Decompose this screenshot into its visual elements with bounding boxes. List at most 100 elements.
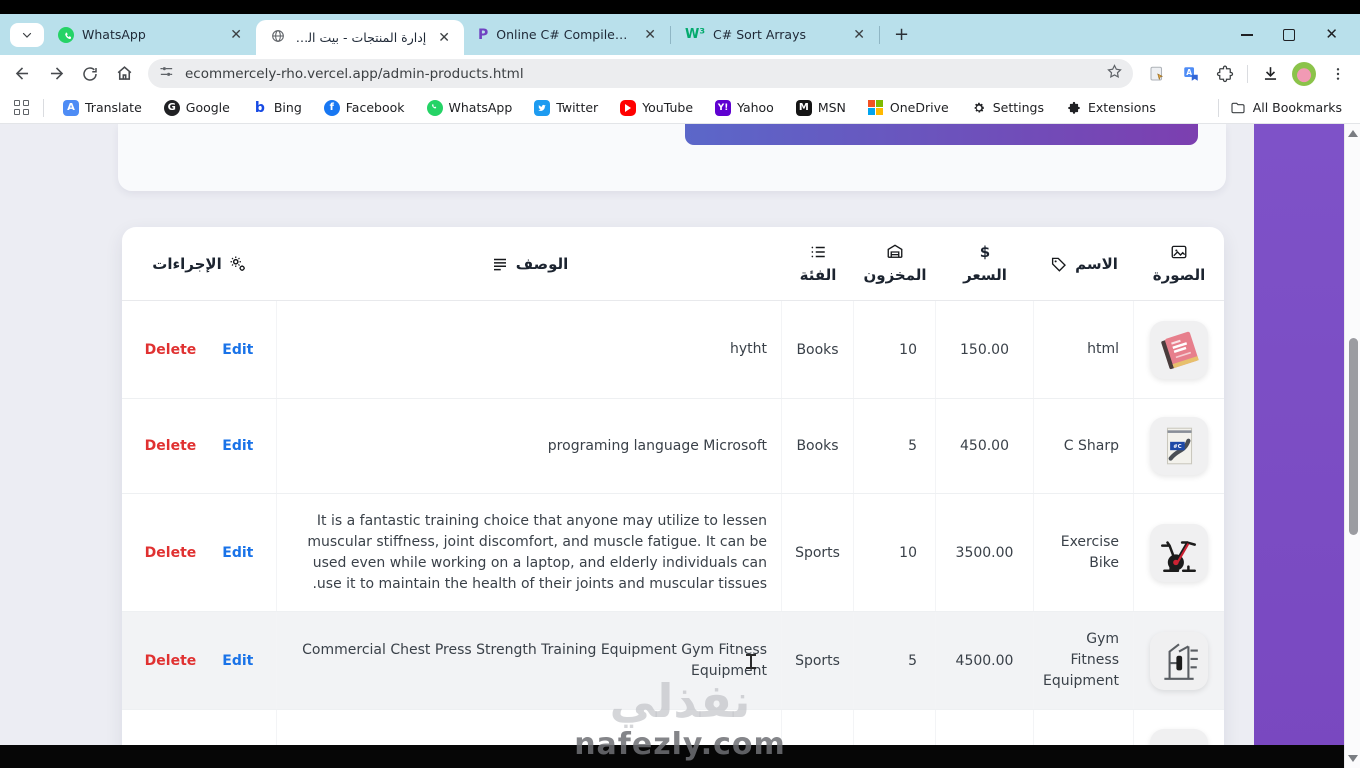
- header-name: الاسم: [1034, 255, 1134, 273]
- bookmark-item-whatsapp[interactable]: WhatsApp: [418, 97, 522, 119]
- svg-text:A: A: [1186, 67, 1192, 76]
- tab-online-compiler[interactable]: P Online C# Compiler (Editor) - P ✕: [464, 14, 670, 55]
- window-controls: ✕: [1241, 27, 1360, 42]
- reload-button[interactable]: [74, 59, 106, 89]
- edit-button[interactable]: Edit: [222, 342, 253, 358]
- tab-title: إدارة المنتجات - بيت الكتب: [294, 30, 427, 45]
- description-lines-icon: [491, 255, 509, 273]
- bookmark-item-bing[interactable]: b Bing: [243, 97, 311, 119]
- header-category: الفئة: [782, 243, 854, 284]
- bookmarks-separator: [1217, 98, 1219, 117]
- capture-extension-icon[interactable]: [1141, 59, 1173, 89]
- url-text: ecommercely-rho.vercel.app/admin-product…: [185, 65, 524, 82]
- folder-icon: [1231, 102, 1245, 113]
- yahoo-icon: Y!: [715, 99, 732, 116]
- programiz-icon: P: [478, 26, 489, 43]
- all-bookmarks-button[interactable]: All Bookmarks: [1214, 98, 1350, 117]
- table-header-row: الصورة الاسم $ السعر المخزون الفئة الوصف…: [122, 227, 1224, 301]
- gym-equipment-image: [1164, 642, 1198, 680]
- gears-icon: [229, 255, 247, 273]
- bookmark-item-google[interactable]: G Google: [155, 97, 239, 119]
- site-info-icon[interactable]: [158, 63, 175, 84]
- table-row: html 150.00 10 Books hytht Edit Delete: [122, 301, 1224, 398]
- tab-admin-products-active[interactable]: إدارة المنتجات - بيت الكتب ✕: [256, 20, 464, 55]
- scroll-down-arrow-icon[interactable]: [1348, 755, 1358, 762]
- cell-name: C Sharp: [1034, 399, 1134, 493]
- translate-extension-icon[interactable]: A: [1175, 59, 1207, 89]
- bookmark-star-icon[interactable]: [1106, 63, 1123, 84]
- bookmark-item-twitter[interactable]: Twitter: [525, 97, 607, 119]
- cell-name: Gym Fitness Equipment: [1034, 612, 1134, 709]
- cell-price: 4500.00: [936, 612, 1034, 709]
- bookmark-item-msn[interactable]: M MSN: [787, 97, 855, 119]
- downloads-button[interactable]: [1254, 59, 1286, 89]
- minimize-icon[interactable]: [1241, 33, 1254, 36]
- top-black-bar: [0, 0, 1360, 14]
- cell-image: [1134, 494, 1224, 611]
- table-row: Gym Fitness Equipment 4500.00 5 Sports Comme…: [122, 611, 1224, 709]
- products-table-card: الصورة الاسم $ السعر المخزون الفئة الوصف…: [122, 227, 1224, 768]
- text-cursor: [745, 654, 758, 669]
- back-button[interactable]: [6, 59, 38, 89]
- edit-button[interactable]: Edit: [222, 545, 253, 561]
- bookmark-label: Bing: [273, 100, 302, 115]
- cell-name: html: [1034, 301, 1134, 398]
- product-image: [1150, 523, 1208, 582]
- csharp-book-image: C#: [1166, 427, 1193, 465]
- address-bar[interactable]: ecommercely-rho.vercel.app/admin-product…: [148, 59, 1133, 88]
- cell-category: Books: [782, 301, 854, 398]
- home-button[interactable]: [108, 59, 140, 89]
- scroll-up-arrow-icon[interactable]: [1348, 130, 1358, 137]
- add-product-button[interactable]: [685, 124, 1198, 145]
- tab-close-button[interactable]: ✕: [434, 30, 454, 46]
- vertical-scrollbar[interactable]: [1344, 124, 1360, 768]
- cell-price: 3500.00: [936, 494, 1034, 611]
- tab-whatsapp[interactable]: WhatsApp ✕: [44, 14, 256, 55]
- tab-search-button[interactable]: [10, 22, 44, 47]
- forward-button[interactable]: [40, 59, 72, 89]
- msn-icon: M: [795, 99, 812, 116]
- tab-strip: WhatsApp ✕ إدارة المنتجات - بيت الكتب ✕ …: [0, 14, 1360, 55]
- maximize-icon[interactable]: [1283, 28, 1296, 41]
- cell-description: hytht: [277, 301, 782, 398]
- cell-category: Sports: [782, 612, 854, 709]
- twitter-icon: [534, 99, 551, 116]
- extensions-puzzle-icon[interactable]: [1209, 59, 1241, 89]
- scrollbar-thumb[interactable]: [1348, 338, 1358, 535]
- tab-sort-arrays[interactable]: W³ C# Sort Arrays ✕: [671, 14, 879, 55]
- delete-button[interactable]: Delete: [145, 438, 197, 454]
- edit-button[interactable]: Edit: [222, 438, 253, 454]
- bookmark-item-youtube[interactable]: YouTube: [611, 97, 702, 119]
- edit-button[interactable]: Edit: [222, 653, 253, 669]
- bookmark-label: YouTube: [642, 100, 694, 115]
- bookmark-label: Extensions: [1087, 100, 1156, 115]
- page-background-band: [1254, 124, 1344, 768]
- bookmark-item-settings[interactable]: Settings: [962, 97, 1053, 119]
- profile-avatar[interactable]: [1288, 59, 1320, 89]
- tab-close-button[interactable]: ✕: [849, 27, 869, 43]
- translate-icon: A: [63, 99, 79, 116]
- close-icon[interactable]: ✕: [1325, 27, 1338, 42]
- cell-description: It is a fantastic training choice that a…: [277, 494, 782, 611]
- bookmark-item-translate[interactable]: A Translate: [54, 97, 151, 119]
- tab-close-button[interactable]: ✕: [640, 27, 660, 43]
- delete-button[interactable]: Delete: [145, 653, 197, 669]
- new-tab-button[interactable]: +: [880, 24, 923, 45]
- bookmark-label: WhatsApp: [448, 100, 513, 115]
- bookmark-item-onedrive[interactable]: OneDrive: [859, 97, 958, 119]
- bookmark-item-extensions[interactable]: Extensions: [1057, 97, 1165, 119]
- tab-close-button[interactable]: ✕: [226, 27, 246, 43]
- delete-button[interactable]: Delete: [145, 342, 197, 358]
- bookmark-item-facebook[interactable]: f Facebook: [315, 97, 414, 119]
- bing-icon: b: [254, 99, 265, 116]
- bookmarks-bar: A Translate G Google b Bing f Facebook WhatsApp T…: [0, 92, 1360, 124]
- apps-grid-icon[interactable]: [14, 100, 29, 115]
- product-image: C#: [1150, 417, 1208, 475]
- delete-button[interactable]: Delete: [145, 545, 197, 561]
- menu-kebab-icon[interactable]: [1322, 59, 1354, 89]
- header-image: الصورة: [1134, 243, 1224, 284]
- exercise-bike-image: [1161, 540, 1196, 572]
- whatsapp-icon: [426, 99, 443, 116]
- cell-description: Commercial Chest Press Strength Training…: [277, 612, 782, 709]
- bookmark-item-yahoo[interactable]: Y! Yahoo: [706, 97, 783, 119]
